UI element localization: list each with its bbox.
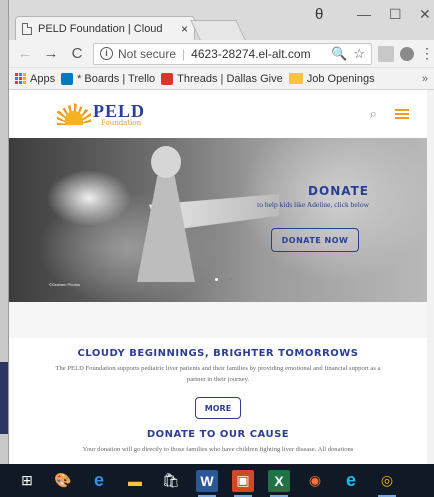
bookmark-label: Job Openings	[306, 72, 375, 85]
browser-tab[interactable]: PELD Foundation | Cloud ×	[15, 16, 195, 40]
close-window-button[interactable]: ✕	[419, 6, 431, 23]
section-divider	[9, 302, 427, 338]
firefox-icon[interactable]: ◉	[304, 470, 326, 492]
browser-toolbar: ← → C i Not secure | 4623-28274.el-alt.c…	[9, 40, 434, 68]
tab-close-icon[interactable]: ×	[181, 22, 188, 36]
bookmarks-overflow-icon[interactable]: »	[422, 73, 428, 85]
photo-credit: ©Graham Photos	[49, 282, 80, 287]
bookmark-trello[interactable]: * Boards | Trello	[61, 72, 156, 85]
threads-icon	[161, 72, 174, 85]
hero-subtitle: to help kids like Adeline, click below	[257, 200, 369, 209]
bookmark-label: Apps	[30, 72, 56, 85]
zoom-icon[interactable]: 🔍	[331, 46, 347, 62]
maximize-button[interactable]: ☐	[389, 6, 402, 23]
bookmark-star-icon[interactable]: ☆	[353, 46, 365, 62]
hamburger-menu-icon[interactable]	[395, 109, 409, 119]
site-header: PELD Foundation ⌕	[9, 90, 427, 138]
file-explorer-icon[interactable]: ▬	[124, 470, 146, 492]
title-bar: PELD Foundation | Cloud × θ — ☐ ✕	[9, 0, 434, 40]
donate-section-title: Donate to our cause	[146, 429, 290, 440]
photos-icon[interactable]: ▣	[232, 469, 254, 497]
divider: |	[182, 46, 186, 61]
internet-explorer-icon[interactable]: e	[340, 470, 362, 492]
url-text[interactable]: 4623-28274.el-alt.com	[191, 47, 325, 61]
address-bar[interactable]: i Not secure | 4623-28274.el-alt.com 🔍 ☆	[93, 42, 372, 65]
mission-section: Cloudy Beginnings, Brighter Tomorrows Th…	[9, 348, 427, 455]
bookmark-label: Threads | Dallas Give	[177, 72, 283, 85]
excel-icon[interactable]: X	[268, 469, 290, 497]
site-logo[interactable]: PELD Foundation	[57, 102, 145, 127]
search-icon[interactable]: ⌕	[370, 106, 377, 122]
sun-logo-icon	[57, 103, 91, 125]
windows-taskbar: ⊞ 🎨 e ▬ 🛍 W ▣ X ◉ e ◎	[0, 464, 434, 497]
start-icon[interactable]: ⊞	[16, 470, 38, 492]
donate-now-button[interactable]: Donate now	[271, 228, 359, 252]
back-icon[interactable]: ←	[15, 45, 35, 62]
paint-icon[interactable]: 🎨	[52, 470, 74, 492]
section-title: Cloudy Beginnings, Brighter Tomorrows	[77, 348, 359, 359]
browser-window: PELD Foundation | Cloud × θ — ☐ ✕ ← → C …	[8, 0, 434, 464]
new-tab-button[interactable]	[190, 20, 246, 40]
extension-icon[interactable]	[378, 45, 394, 62]
section-text: The PELD Foundation supports pediatric l…	[55, 365, 381, 383]
apps-grid-icon	[15, 73, 26, 84]
hero-slider: Donate to help kids like Adeline, click …	[9, 138, 427, 302]
logo-text: PELD	[93, 100, 146, 121]
trello-icon	[61, 72, 74, 85]
chrome-icon[interactable]: ◎	[376, 470, 398, 497]
bookmark-apps[interactable]: Apps	[15, 73, 55, 85]
web-page: PELD Foundation ⌕ Donate to help kids li…	[9, 90, 427, 464]
hero-photo-child	[129, 146, 279, 286]
logo-subtext: Foundation	[101, 118, 142, 127]
store-icon[interactable]: 🛍	[160, 470, 182, 492]
bookmarks-bar: Apps * Boards | Trello Threads | Dallas …	[9, 68, 434, 90]
edge-icon[interactable]: e	[88, 470, 110, 492]
reload-icon[interactable]: C	[67, 45, 87, 62]
folder-icon	[288, 73, 303, 84]
hero-title: Donate	[308, 184, 369, 198]
profile-icon[interactable]: θ	[315, 6, 323, 23]
minimize-button[interactable]: —	[357, 6, 371, 22]
more-button[interactable]: More	[195, 397, 241, 419]
slider-dots[interactable]	[215, 278, 232, 281]
bookmark-label: * Boards | Trello	[77, 72, 156, 85]
menu-icon[interactable]: ⋮	[420, 45, 434, 62]
info-icon[interactable]: i	[100, 47, 113, 60]
forward-icon[interactable]: →	[41, 45, 61, 62]
security-label: Not secure	[118, 46, 177, 61]
screen: PELD Foundation | Cloud × θ — ☐ ✕ ← → C …	[0, 0, 434, 497]
extension-icon-2[interactable]	[400, 46, 414, 61]
bookmark-threads[interactable]: Threads | Dallas Give	[161, 72, 283, 85]
bookmark-job-openings[interactable]: Job Openings	[288, 72, 375, 85]
tab-title: PELD Foundation | Cloud	[38, 22, 163, 35]
donate-section-text: Your donation will go directly to those …	[82, 446, 354, 453]
page-icon	[22, 22, 32, 35]
word-icon[interactable]: W	[196, 469, 218, 497]
